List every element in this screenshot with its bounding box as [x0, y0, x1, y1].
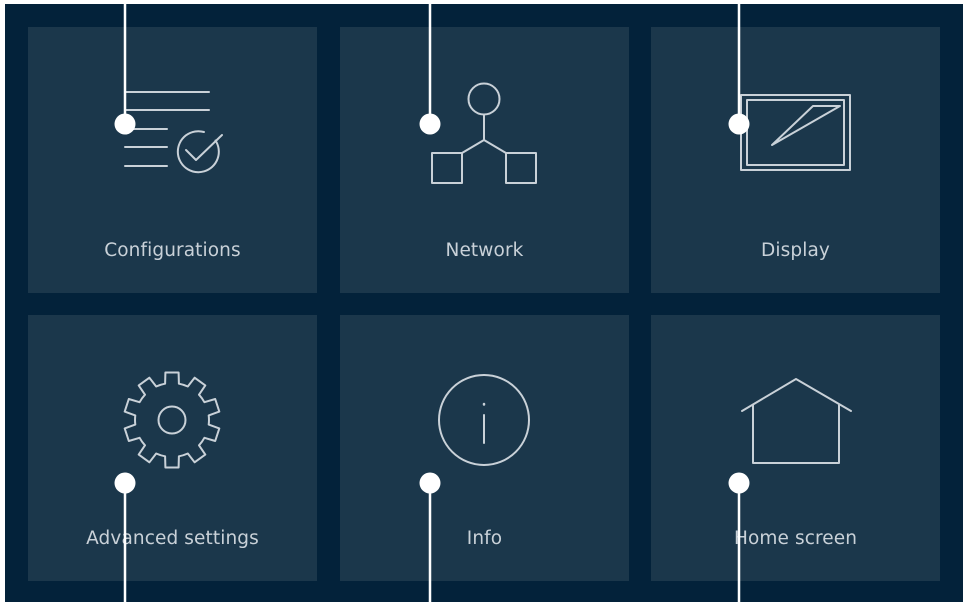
- screen: Configurations Network Display Advanced …: [0, 0, 968, 602]
- advanced-settings-tile[interactable]: Advanced settings: [28, 315, 317, 581]
- configurations-label: Configurations: [104, 240, 241, 261]
- display-label: Display: [761, 240, 830, 261]
- info-label: Info: [466, 528, 503, 549]
- configurations-tile[interactable]: Configurations: [28, 27, 317, 293]
- settings-menu-panel: Configurations Network Display Advanced …: [5, 4, 963, 602]
- network-label: Network: [445, 240, 524, 261]
- advanced-settings-label: Advanced settings: [86, 528, 259, 549]
- home-screen-tile[interactable]: Home screen: [651, 315, 940, 581]
- info-tile[interactable]: Info: [340, 315, 629, 581]
- home-screen-label: Home screen: [733, 528, 858, 549]
- display-tile[interactable]: Display: [651, 27, 940, 293]
- network-tile[interactable]: Network: [340, 27, 629, 293]
